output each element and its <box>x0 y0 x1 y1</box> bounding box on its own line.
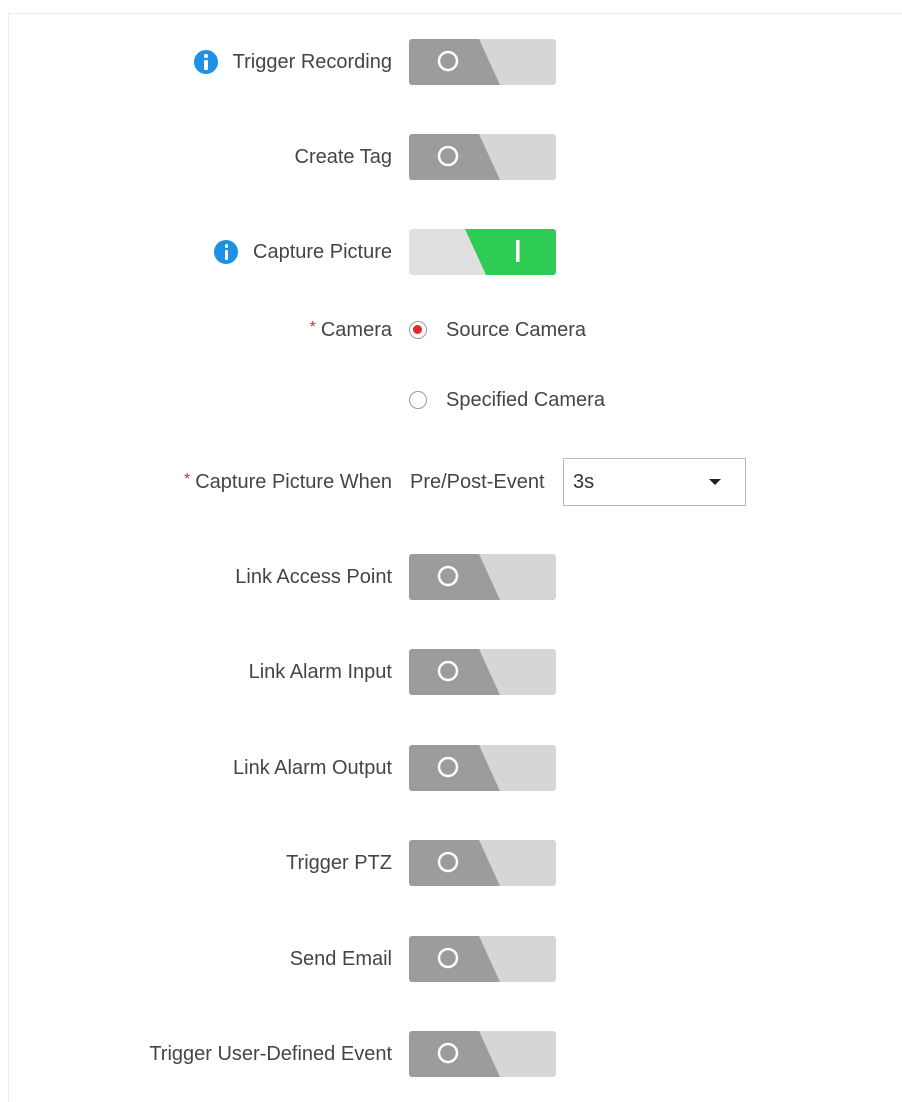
capture-picture-when-label: Capture Picture When <box>195 471 392 493</box>
required-mark: * <box>309 319 316 336</box>
capture-picture-label: Capture Picture <box>253 241 392 263</box>
toggle-off-graphic <box>409 39 556 85</box>
info-icon[interactable] <box>193 50 218 74</box>
link-access-point-toggle[interactable] <box>409 554 556 600</box>
create-tag-label: Create Tag <box>294 146 392 168</box>
row-create-tag: Create Tag <box>0 134 902 180</box>
capture-picture-toggle[interactable] <box>409 229 556 275</box>
radio-button[interactable] <box>409 391 427 409</box>
send-email-label-group: Send Email <box>290 936 392 982</box>
row-trigger-user-defined-event: Trigger User-Defined Event <box>0 1031 902 1077</box>
link-access-point-label-group: Link Access Point <box>235 554 392 600</box>
row-capture-picture: Capture Picture <box>0 229 902 275</box>
row-trigger-recording: Trigger Recording <box>0 39 902 85</box>
row-link-alarm-input: Link Alarm Input <box>0 649 902 695</box>
link-alarm-output-label: Link Alarm Output <box>233 757 392 779</box>
toggle-on-graphic <box>409 229 556 275</box>
link-alarm-output-toggle[interactable] <box>409 745 556 791</box>
radio-button-selected[interactable] <box>409 321 427 339</box>
camera-label-group: * Camera <box>310 307 392 353</box>
info-icon[interactable] <box>214 240 239 264</box>
row-send-email: Send Email <box>0 936 902 982</box>
row-trigger-ptz: Trigger PTZ <box>0 840 902 886</box>
create-tag-label-group: Create Tag <box>295 134 392 180</box>
toggle-off-graphic <box>409 745 556 791</box>
trigger-ptz-label-group: Trigger PTZ <box>286 840 392 886</box>
pre-post-event-text: Pre/Post-Event <box>410 471 545 493</box>
link-alarm-input-label: Link Alarm Input <box>248 661 392 683</box>
link-access-point-label: Link Access Point <box>235 566 392 588</box>
toggle-off-graphic <box>409 649 556 695</box>
capture-picture-when-label-group: * Capture Picture When <box>184 459 392 505</box>
row-camera-option-2: Specified Camera <box>0 377 902 423</box>
row-capture-picture-when: * Capture Picture When Pre/Post-Event 3s <box>0 458 902 506</box>
trigger-recording-label-group: Trigger Recording <box>193 39 392 85</box>
toggle-off-graphic <box>409 936 556 982</box>
create-tag-toggle[interactable] <box>409 134 556 180</box>
link-alarm-input-label-group: Link Alarm Input <box>249 649 392 695</box>
trigger-recording-label: Trigger Recording <box>232 51 392 73</box>
required-mark: * <box>184 471 191 488</box>
send-email-label: Send Email <box>289 948 392 970</box>
trigger-user-defined-event-label: Trigger User-Defined Event <box>149 1043 392 1065</box>
source-camera-label: Source Camera <box>446 318 587 341</box>
row-link-access-point: Link Access Point <box>0 554 902 600</box>
on-bar-icon <box>516 240 520 262</box>
camera-label: Camera <box>320 319 392 341</box>
toggle-off-graphic <box>409 840 556 886</box>
trigger-recording-toggle[interactable] <box>409 39 556 85</box>
trigger-ptz-label: Trigger PTZ <box>286 852 392 874</box>
capture-picture-label-group: Capture Picture <box>214 229 392 275</box>
caret-down-icon[interactable] <box>709 479 721 485</box>
row-camera: * Camera Source Camera <box>0 307 902 353</box>
row-link-alarm-output: Link Alarm Output <box>0 745 902 791</box>
pre-post-event-select[interactable]: 3s <box>563 458 746 506</box>
trigger-user-defined-event-toggle[interactable] <box>409 1031 556 1077</box>
link-alarm-input-toggle[interactable] <box>409 649 556 695</box>
specified-camera-label: Specified Camera <box>446 388 605 411</box>
trigger-ptz-toggle[interactable] <box>409 840 556 886</box>
trigger-user-defined-event-label-group: Trigger User-Defined Event <box>149 1031 392 1077</box>
link-alarm-output-label-group: Link Alarm Output <box>233 745 392 791</box>
toggle-off-graphic <box>409 1031 556 1077</box>
toggle-off-graphic <box>409 554 556 600</box>
toggle-off-graphic <box>409 134 556 180</box>
radio-specified-camera[interactable]: Specified Camera <box>409 377 605 423</box>
select-value: 3s <box>573 471 595 493</box>
send-email-toggle[interactable] <box>409 936 556 982</box>
radio-source-camera[interactable]: Source Camera <box>409 307 586 353</box>
